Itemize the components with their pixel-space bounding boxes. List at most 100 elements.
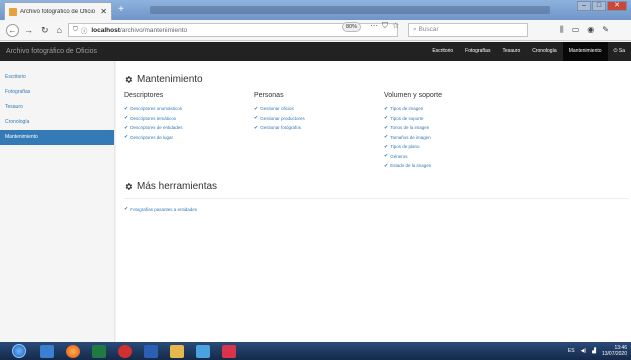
link-descriptores-entidades[interactable]: ✔ Descriptores de entidades bbox=[124, 123, 254, 133]
url-path: /archivo/mantenimiento bbox=[119, 26, 188, 34]
check-icon: ✔ bbox=[384, 105, 389, 112]
folder-icon[interactable] bbox=[170, 344, 184, 358]
os-taskbar: ES ◀) ▟ 13:46 13/07/2020 bbox=[0, 342, 631, 360]
main-content: Mantenimiento Descriptores ✔ Descriptores… bbox=[116, 61, 631, 342]
nav-salir-label: Sa bbox=[618, 48, 625, 54]
link-descriptores-onomasticos[interactable]: ✔ Descriptores onomásticos bbox=[124, 104, 254, 114]
forward-icon[interactable]: → bbox=[24, 25, 33, 35]
account-icon[interactable]: ◉ bbox=[587, 25, 602, 34]
paint-icon[interactable] bbox=[222, 344, 236, 358]
link-tipos-soporte[interactable]: ✔ Tipos de soporte bbox=[384, 114, 514, 124]
sidebar-item-mantenimiento[interactable]: Mantenimiento bbox=[0, 130, 114, 145]
firefox-icon[interactable] bbox=[66, 344, 80, 358]
link-label: Gestionar oficios bbox=[260, 106, 294, 112]
language-indicator[interactable]: ES bbox=[568, 348, 575, 354]
browser-tab[interactable]: Archivo fotográfico de Oficio ✕ bbox=[4, 2, 112, 20]
page-title: Mantenimiento bbox=[124, 74, 631, 85]
network-icon[interactable]: ▟ bbox=[592, 348, 596, 354]
extension-icon[interactable]: ✎ bbox=[602, 25, 617, 34]
browser-toolbar: ← → ↻ ⌂ ⛉ ⓘ localhost/archivo/mantenimie… bbox=[0, 20, 631, 41]
power-icon: ⏻ bbox=[613, 48, 618, 54]
link-fotografias-pasantes[interactable]: ✔ Fotografías pasantes a entidades bbox=[124, 205, 631, 215]
info-icon: ⓘ bbox=[80, 28, 88, 35]
top-nav: Escritorio Fotografías Tesauro Cronologí… bbox=[426, 42, 631, 61]
more-tools-list: ✔ Fotografías pasantes a entidades bbox=[124, 205, 631, 215]
browser-tab-bar: Archivo fotográfico de Oficio ✕ + – □ ✕ bbox=[0, 0, 631, 20]
check-icon: ✔ bbox=[124, 206, 129, 213]
close-tab-icon[interactable]: ✕ bbox=[100, 7, 107, 16]
back-icon[interactable]: ← bbox=[6, 23, 19, 37]
opera-icon[interactable] bbox=[118, 344, 132, 358]
link-gestionar-fotografos[interactable]: ✔ Gestionar fotógrafos bbox=[254, 123, 384, 133]
nav-cronologia[interactable]: Cronología bbox=[526, 42, 562, 61]
sidebar-item-fotografias[interactable]: Fotografías bbox=[0, 85, 114, 100]
sidebar-icon[interactable]: ▭ bbox=[572, 25, 588, 34]
link-label: Gestionar productores bbox=[260, 115, 305, 121]
column-header: Personas bbox=[254, 92, 284, 99]
site-navbar: Archivo fotográfico de Oficios Escritori… bbox=[0, 42, 631, 61]
link-gestionar-oficios[interactable]: ✔ Gestionar oficios bbox=[254, 104, 384, 114]
explorer-icon[interactable] bbox=[40, 344, 54, 358]
link-tipos-imagen[interactable]: ✔ Tipos de imagen bbox=[384, 104, 514, 114]
column-header: Volumen y soporte bbox=[384, 92, 442, 99]
shield-icon: ⛉ bbox=[73, 26, 78, 33]
maximize-icon[interactable]: □ bbox=[592, 1, 606, 11]
link-label: Descriptores de entidades bbox=[130, 125, 183, 131]
link-label: Tipos de soporte bbox=[390, 115, 424, 121]
page-title-text: Mantenimiento bbox=[137, 74, 203, 85]
clock[interactable]: 13:46 13/07/2020 bbox=[602, 345, 627, 357]
column-volumen-soporte: Volumen y soporte ✔ Tipos de imagen ✔ Tipo… bbox=[384, 92, 514, 171]
column-personas: Personas ✔ Gestionar oficios ✔ Gestionar p… bbox=[254, 92, 384, 171]
reload-icon[interactable]: ↻ bbox=[41, 25, 49, 36]
window-title-bar bbox=[150, 6, 550, 14]
link-generos[interactable]: ✔ Géneros bbox=[384, 152, 514, 162]
url-host: localhost bbox=[91, 26, 120, 34]
check-icon: ✔ bbox=[124, 124, 129, 131]
nav-salir[interactable]: ⏻ Sa bbox=[608, 42, 631, 61]
link-label: Tonos de la imagen bbox=[390, 125, 430, 131]
link-gestionar-productores[interactable]: ✔ Gestionar productores bbox=[254, 114, 384, 124]
link-descriptores-lugar[interactable]: ✔ Descriptores de lugar bbox=[124, 133, 254, 143]
favicon-icon bbox=[9, 7, 17, 16]
column-header: Descriptores bbox=[124, 92, 164, 99]
site-brand[interactable]: Archivo fotográfico de Oficios bbox=[0, 48, 426, 55]
excel-icon[interactable] bbox=[92, 344, 106, 358]
nav-tesauro[interactable]: Tesauro bbox=[496, 42, 526, 61]
link-tonos-imagen[interactable]: ✔ Tonos de la imagen bbox=[384, 123, 514, 133]
sidebar-item-cronologia[interactable]: Cronología bbox=[0, 115, 114, 130]
link-descriptores-tematicos[interactable]: ✔ Descriptores temáticos bbox=[124, 114, 254, 124]
check-icon: ✔ bbox=[254, 115, 259, 122]
new-tab-icon[interactable]: + bbox=[116, 5, 126, 15]
check-icon: ✔ bbox=[124, 134, 129, 141]
link-label: Tipos de imagen bbox=[390, 106, 424, 112]
divider bbox=[124, 197, 629, 199]
sidebar: Escritorio Fotografías Tesauro Cronologí… bbox=[0, 61, 115, 342]
link-estado-imagen[interactable]: ✔ Estado de la imagen bbox=[384, 161, 514, 171]
nav-fotografias[interactable]: Fotografías bbox=[459, 42, 496, 61]
volume-icon[interactable]: ◀) bbox=[581, 348, 587, 354]
minimize-icon[interactable]: – bbox=[577, 1, 591, 11]
home-icon[interactable]: ⌂ bbox=[57, 25, 62, 35]
powerpoint-icon[interactable] bbox=[196, 344, 210, 358]
link-label: Tipos de plano bbox=[390, 144, 420, 150]
close-window-icon[interactable]: ✕ bbox=[607, 1, 627, 11]
check-icon: ✔ bbox=[384, 162, 389, 169]
search-input[interactable]: ⌕ Buscar bbox=[408, 23, 528, 37]
nav-mantenimiento[interactable]: Mantenimiento bbox=[562, 42, 608, 61]
start-button-icon[interactable] bbox=[12, 344, 26, 358]
more-tools-title: Más herramientas bbox=[124, 181, 631, 192]
maintenance-columns: Descriptores ✔ Descriptores onomásticos ✔… bbox=[124, 92, 631, 171]
word-icon[interactable] bbox=[144, 344, 158, 358]
zoom-level[interactable]: 80% bbox=[342, 22, 362, 32]
nav-escritorio[interactable]: Escritorio bbox=[426, 42, 459, 61]
sidebar-item-escritorio[interactable]: Escritorio bbox=[0, 70, 114, 85]
link-tamanos-imagen[interactable]: ✔ Tamaños de imagen bbox=[384, 133, 514, 143]
link-tipos-plano[interactable]: ✔ Tipos de plano bbox=[384, 142, 514, 152]
more-icon[interactable]: ⋯ bbox=[370, 21, 382, 30]
link-label: Tamaños de imagen bbox=[390, 134, 431, 140]
bookmark-star-icon[interactable]: ☆ bbox=[392, 21, 403, 30]
search-icon: ⌕ bbox=[413, 26, 417, 33]
sidebar-item-tesauro[interactable]: Tesauro bbox=[0, 100, 114, 115]
library-icon[interactable]: ⫼ bbox=[560, 25, 572, 34]
pocket-icon[interactable]: ⛉ bbox=[382, 21, 392, 30]
